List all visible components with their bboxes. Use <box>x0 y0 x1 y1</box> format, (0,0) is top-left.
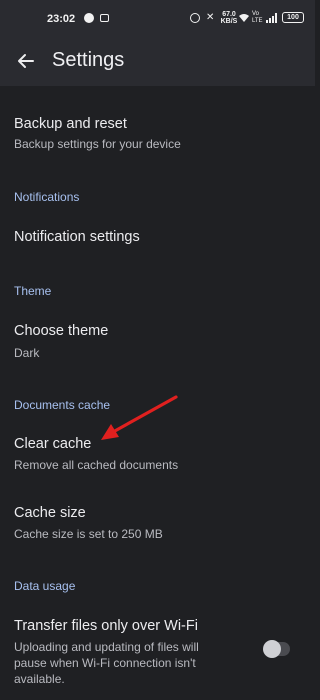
volte-indicator: Vo LTE <box>252 11 264 25</box>
notification-settings-title: Notification settings <box>14 229 140 245</box>
battery-icon: 100 <box>282 12 304 23</box>
choose-theme-subtitle: Dark <box>14 346 40 360</box>
status-icons: ✕ 67.0 KB/S Vo LTE 100 <box>190 11 305 25</box>
page-title: Settings <box>52 49 125 71</box>
wifi-only-toggle[interactable] <box>263 640 290 658</box>
transfer-wifi-subtitle-line3: available. <box>14 672 65 686</box>
section-notifications: Notifications <box>14 190 80 204</box>
toggle-knob <box>263 640 281 658</box>
volte-bottom: LTE <box>252 18 263 24</box>
section-theme: Theme <box>14 284 52 298</box>
cache-size-title: Cache size <box>14 505 86 521</box>
status-bar: 23:02 ✕ 67.0 KB/S Vo LTE 100 <box>0 0 315 36</box>
volte-top: Vo <box>252 11 260 17</box>
wifi-icon <box>239 14 249 22</box>
mute-icon: ✕ <box>206 12 215 23</box>
cache-size-item[interactable]: Cache size Cache size is set to 250 MB <box>0 490 315 552</box>
cache-size-subtitle: Cache size is set to 250 MB <box>14 527 163 541</box>
transfer-wifi-subtitle-line2: pause when Wi-Fi connection isn't <box>14 656 196 670</box>
settings-list[interactable]: Backup and reset Backup settings for you… <box>0 86 315 700</box>
notification-settings-item[interactable]: Notification settings <box>0 214 315 258</box>
network-speed-value: 67.0 <box>222 11 236 18</box>
section-documents-cache: Documents cache <box>14 398 111 412</box>
arrow-left-icon[interactable] <box>12 47 40 75</box>
clear-cache-subtitle: Remove all cached documents <box>14 458 179 472</box>
camera-icon <box>100 14 109 22</box>
transfer-wifi-subtitle-line1: Uploading and updating of files will <box>14 640 199 654</box>
messenger-icon <box>84 13 94 23</box>
network-speed: 67.0 KB/S <box>220 11 238 25</box>
section-data-usage: Data usage <box>14 579 76 593</box>
backup-reset-subtitle: Backup settings for your device <box>14 137 181 151</box>
clear-cache-item[interactable]: Clear cache Remove all cached documents <box>0 422 315 484</box>
clear-cache-title: Clear cache <box>14 436 92 452</box>
signal-icon <box>266 13 277 23</box>
backup-reset-item[interactable]: Backup and reset Backup settings for you… <box>0 86 315 158</box>
network-speed-unit: KB/S <box>220 18 238 25</box>
status-time: 23:02 <box>47 13 76 25</box>
choose-theme-title: Choose theme <box>14 323 109 339</box>
transfer-wifi-title: Transfer files only over Wi-Fi <box>14 618 198 634</box>
choose-theme-item[interactable]: Choose theme Dark <box>0 308 315 372</box>
alarm-icon <box>190 13 200 23</box>
backup-reset-title: Backup and reset <box>14 116 127 132</box>
app-bar: Settings <box>0 36 315 86</box>
